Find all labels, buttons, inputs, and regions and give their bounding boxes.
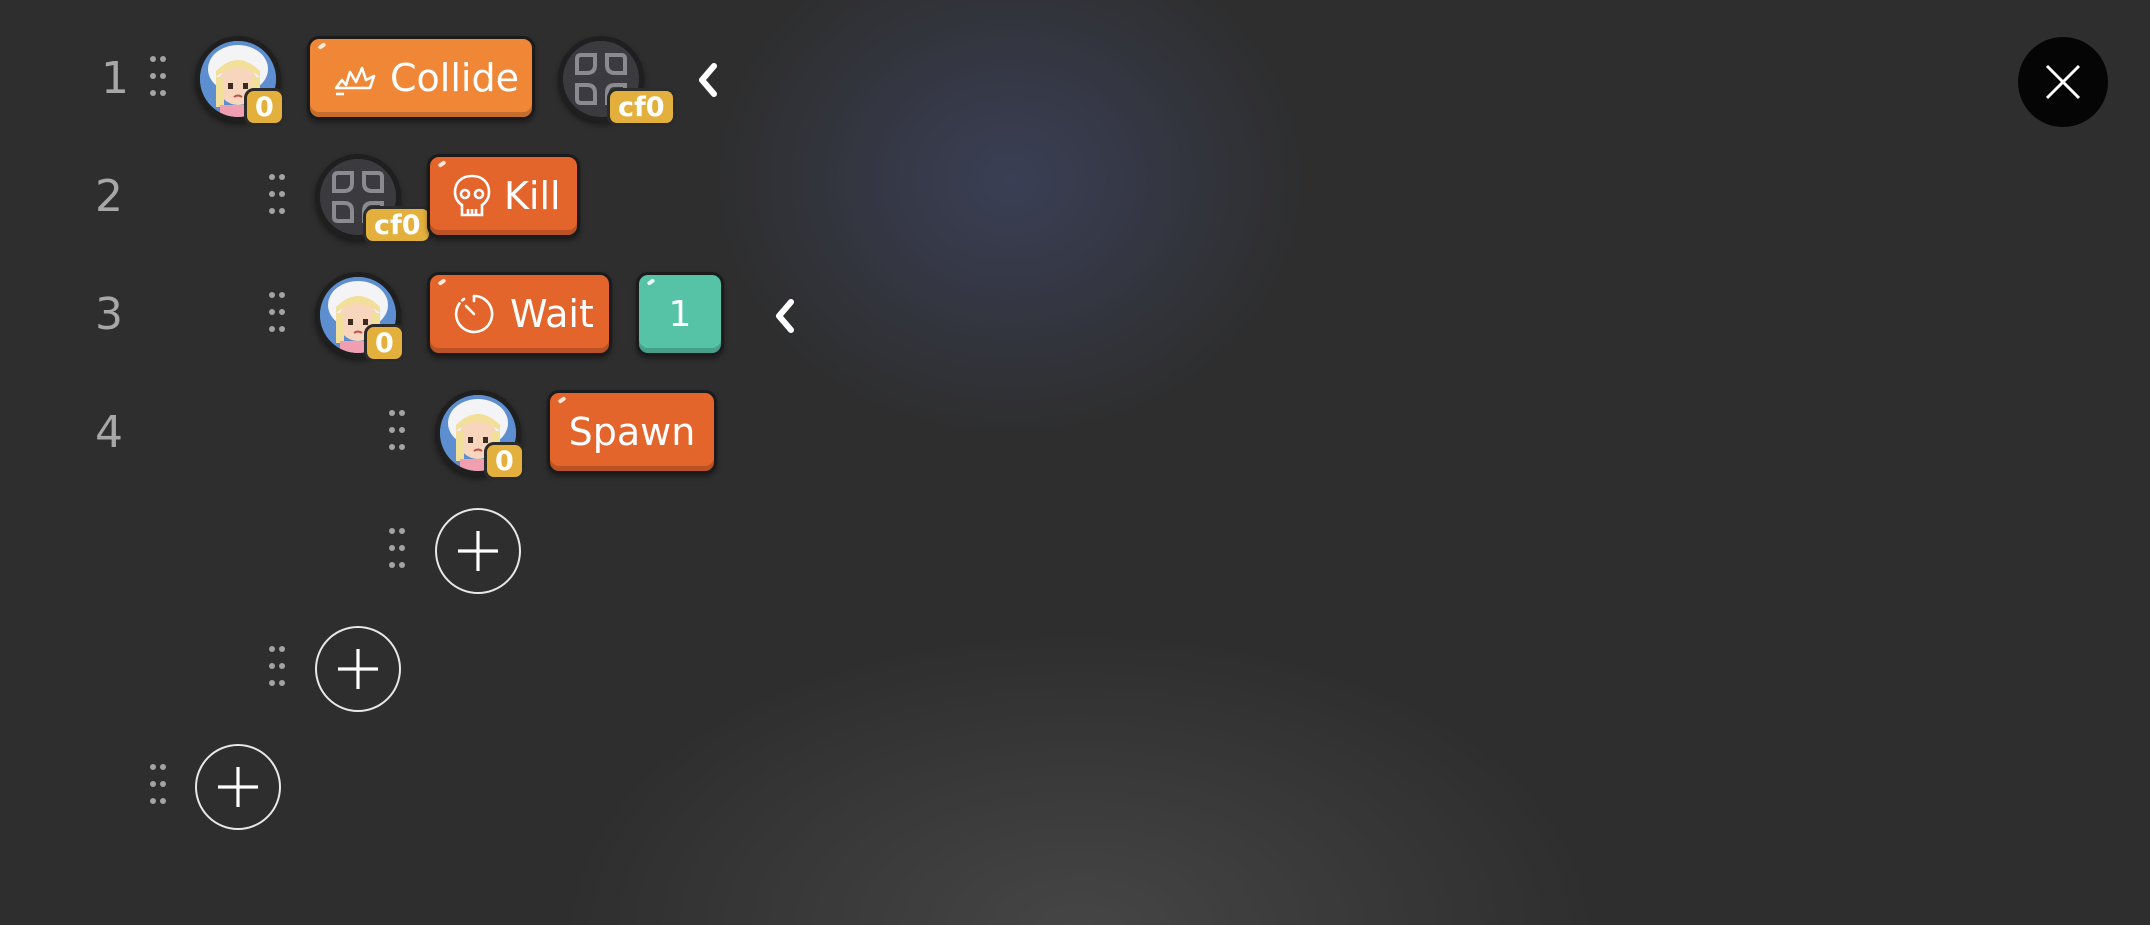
object-index-badge: 0 xyxy=(484,442,525,480)
add-statement-button[interactable] xyxy=(195,744,281,830)
close-button[interactable] xyxy=(2018,37,2108,127)
plus-icon xyxy=(338,649,378,689)
plus-icon xyxy=(458,531,498,571)
block-label: Spawn xyxy=(568,410,696,454)
object-index-badge: 0 xyxy=(244,88,285,126)
wait-duration-value[interactable]: 1 xyxy=(636,272,724,356)
add-statement-button[interactable] xyxy=(435,508,521,594)
collision-icon xyxy=(332,58,378,98)
collide-block[interactable]: Collide xyxy=(307,36,535,120)
value-label: 1 xyxy=(668,293,692,335)
collapse-chevron-icon[interactable] xyxy=(767,290,803,342)
drag-handle-icon[interactable] xyxy=(148,54,168,106)
editor-background xyxy=(0,0,2150,925)
line-number: 3 xyxy=(95,289,123,340)
collapse-chevron-icon[interactable] xyxy=(690,54,726,106)
line-number: 1 xyxy=(101,53,129,104)
drag-handle-icon[interactable] xyxy=(267,644,287,696)
object-index-badge: 0 xyxy=(364,324,405,362)
object-index-badge: cf0 xyxy=(607,88,676,126)
drag-handle-icon[interactable] xyxy=(267,290,287,342)
block-label: Kill xyxy=(504,174,561,218)
drag-handle-icon[interactable] xyxy=(148,762,168,814)
block-label: Collide xyxy=(390,56,519,100)
skull-icon xyxy=(452,173,492,219)
close-icon xyxy=(2045,64,2081,100)
object-index-badge: cf0 xyxy=(363,206,432,244)
add-statement-button[interactable] xyxy=(315,626,401,712)
drag-handle-icon[interactable] xyxy=(387,526,407,578)
plus-icon xyxy=(218,767,258,807)
block-label: Wait xyxy=(510,292,594,336)
line-number: 4 xyxy=(95,407,123,458)
spawn-block[interactable]: Spawn xyxy=(547,390,717,474)
line-number: 2 xyxy=(95,171,123,222)
kill-block[interactable]: Kill xyxy=(427,154,580,238)
drag-handle-icon[interactable] xyxy=(267,172,287,224)
timer-icon xyxy=(452,292,496,336)
wait-block[interactable]: Wait xyxy=(427,272,612,356)
drag-handle-icon[interactable] xyxy=(387,408,407,460)
